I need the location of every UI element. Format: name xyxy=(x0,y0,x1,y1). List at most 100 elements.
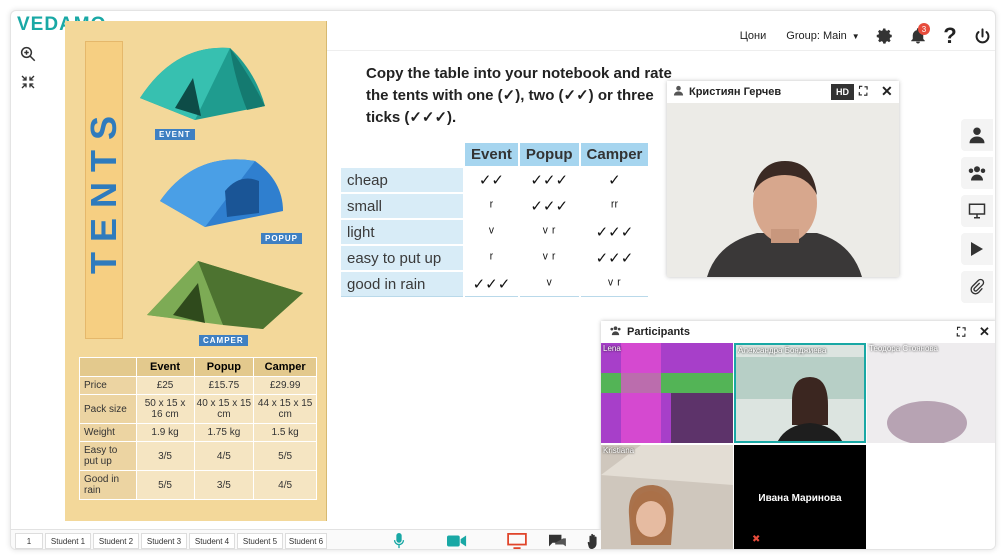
screen-share-icon[interactable] xyxy=(961,195,993,227)
specs-cell: 5/5 xyxy=(135,470,195,500)
student-tab[interactable]: Student 1 xyxy=(45,533,91,549)
group-selector[interactable]: Group: Main ▼ xyxy=(783,24,863,48)
rating-row-label: light xyxy=(339,218,465,246)
attachment-icon[interactable] xyxy=(961,271,993,303)
gear-icon[interactable] xyxy=(871,24,899,48)
participant-tile[interactable]: Kristiana xyxy=(601,445,733,549)
specs-header-cell: Camper xyxy=(253,357,317,377)
participant-tile[interactable]: Lena xyxy=(601,343,733,443)
student-tab[interactable]: Student 3 xyxy=(141,533,187,549)
textbook-page: TENTS EVENT POPUP CAMPER Event Popup Cam… xyxy=(65,21,327,521)
prices-button[interactable]: Цони xyxy=(729,24,777,48)
screen-share-button-icon[interactable] xyxy=(507,532,527,549)
specs-header-cell: Event xyxy=(135,357,195,377)
specs-cell: £29.99 xyxy=(253,376,317,395)
participants-panel-icon[interactable] xyxy=(961,157,993,189)
participant-video xyxy=(601,343,733,443)
specs-cell: 3/5 xyxy=(135,441,195,471)
rating-table: Event Popup Camper cheap ✓✓ ✓✓✓ ✓ small … xyxy=(339,141,651,297)
participant-name: Lena xyxy=(603,344,621,353)
tent-specs-table: Event Popup Camper Price £25 £15.75 £29.… xyxy=(79,357,317,500)
specs-cell: 40 x 15 x 15 cm xyxy=(193,394,255,424)
video-header: Кристиян Герчев HD ⛶ ✕ xyxy=(667,81,899,103)
student-tab[interactable]: Student 5 xyxy=(237,533,283,549)
rating-header-cell: Event xyxy=(463,141,520,168)
rating-header-cell xyxy=(339,141,465,168)
participants-title: Participants xyxy=(627,326,690,338)
rating-cell: ✓ xyxy=(578,166,651,194)
student-tab[interactable]: Student 2 xyxy=(93,533,139,549)
participants-header: Participants ⛶ ✕ xyxy=(601,321,995,343)
fullscreen-icon[interactable]: ⛶ xyxy=(957,325,965,340)
teacher-camera-feed xyxy=(667,103,899,277)
rating-cell: ᵛ xyxy=(463,218,520,246)
raise-hand-icon[interactable] xyxy=(583,532,603,549)
rating-row-label: good in rain xyxy=(339,270,465,297)
user-icon xyxy=(673,85,684,99)
tents-title-banner: TENTS xyxy=(83,41,125,339)
rating-row-label: easy to put up xyxy=(339,244,465,272)
chat-icon[interactable] xyxy=(547,532,567,549)
event-tent-illustration xyxy=(140,47,265,120)
hd-button[interactable]: HD xyxy=(831,84,854,100)
rating-cell: ✓✓ xyxy=(463,166,520,194)
participant-tile[interactable]: Ивана Маринова ✖ xyxy=(734,445,866,549)
specs-row-label: Weight xyxy=(79,423,137,442)
participant-name: Александра Бояджиева xyxy=(738,346,827,355)
specs-cell: 1.5 kg xyxy=(253,423,317,442)
page-number[interactable]: 1 xyxy=(15,533,43,549)
rating-header-cell: Camper xyxy=(578,141,651,168)
tents-title: TENTS xyxy=(83,105,125,275)
rating-cell: ✓✓✓ xyxy=(517,166,581,194)
notifications-bell-icon[interactable]: 3 xyxy=(903,23,933,48)
help-icon[interactable]: ? xyxy=(937,23,963,48)
participants-icon xyxy=(609,325,622,339)
zoom-in-icon[interactable] xyxy=(15,41,41,67)
tent-label-camper: CAMPER xyxy=(199,335,248,346)
close-icon[interactable]: ✕ xyxy=(979,324,990,340)
specs-header-cell: Popup xyxy=(193,357,255,377)
tent-label-event: EVENT xyxy=(155,129,195,140)
fullscreen-icon[interactable]: ⛶ xyxy=(859,84,867,99)
tent-label-popup: POPUP xyxy=(261,233,303,244)
specs-cell: 4/5 xyxy=(253,470,317,500)
rating-cell: ✓✓✓ xyxy=(463,270,520,297)
teacher-video-window[interactable]: Кристиян Герчев HD ⛶ ✕ xyxy=(667,81,899,277)
participant-video xyxy=(736,345,864,441)
student-tab[interactable]: Student 6 xyxy=(285,533,327,549)
play-icon[interactable] xyxy=(961,233,993,265)
specs-cell: 50 x 15 x 16 cm xyxy=(135,394,195,424)
specs-row-label: Price xyxy=(79,376,137,395)
rating-cell: ʳ xyxy=(463,192,520,220)
microphone-icon[interactable] xyxy=(389,532,409,549)
participant-name: Ивана Маринова xyxy=(758,492,842,504)
bottom-bar: 1 Student 1 Student 2 Student 3 Student … xyxy=(11,529,603,549)
close-icon[interactable]: ✕ xyxy=(881,83,893,100)
rating-header-row: Event Popup Camper xyxy=(339,141,651,168)
specs-row: Weight 1.9 kg 1.75 kg 1.5 kg xyxy=(79,423,317,442)
rating-cell: ᵛ ʳ xyxy=(517,244,581,272)
rating-cell: ✓✓✓ xyxy=(517,192,581,220)
app-window: VEDAMO Цони Group: Main ▼ 3 ? TENTS EVEN… xyxy=(10,10,996,550)
rating-cell: ᵛ ʳ xyxy=(517,218,581,246)
participant-name: Kristiana xyxy=(603,446,635,455)
camper-tent-illustration xyxy=(147,261,303,329)
power-icon[interactable] xyxy=(969,24,995,48)
user-panel-icon[interactable] xyxy=(961,119,993,151)
student-tab[interactable]: Student 4 xyxy=(189,533,235,549)
group-label: Group: Main xyxy=(786,30,847,42)
participant-tile[interactable]: Теодора Стоянова xyxy=(867,343,995,443)
right-toolbar xyxy=(961,119,995,309)
specs-cell: £15.75 xyxy=(193,376,255,395)
rating-cell: ʳʳ xyxy=(578,192,651,220)
specs-header-row: Event Popup Camper xyxy=(79,357,317,377)
participant-tile-active[interactable]: Александра Бояджиева xyxy=(734,343,866,443)
rating-row: small ʳ ✓✓✓ ʳʳ xyxy=(339,192,651,220)
rating-row: easy to put up ʳ ᵛ ʳ ✓✓✓ xyxy=(339,244,651,272)
specs-row: Price £25 £15.75 £29.99 xyxy=(79,376,317,395)
rating-row-label: cheap xyxy=(339,166,465,194)
collapse-icon[interactable] xyxy=(15,69,41,95)
specs-cell: 4/5 xyxy=(193,441,255,471)
camera-icon[interactable] xyxy=(447,532,467,549)
left-toolbar xyxy=(15,41,43,97)
